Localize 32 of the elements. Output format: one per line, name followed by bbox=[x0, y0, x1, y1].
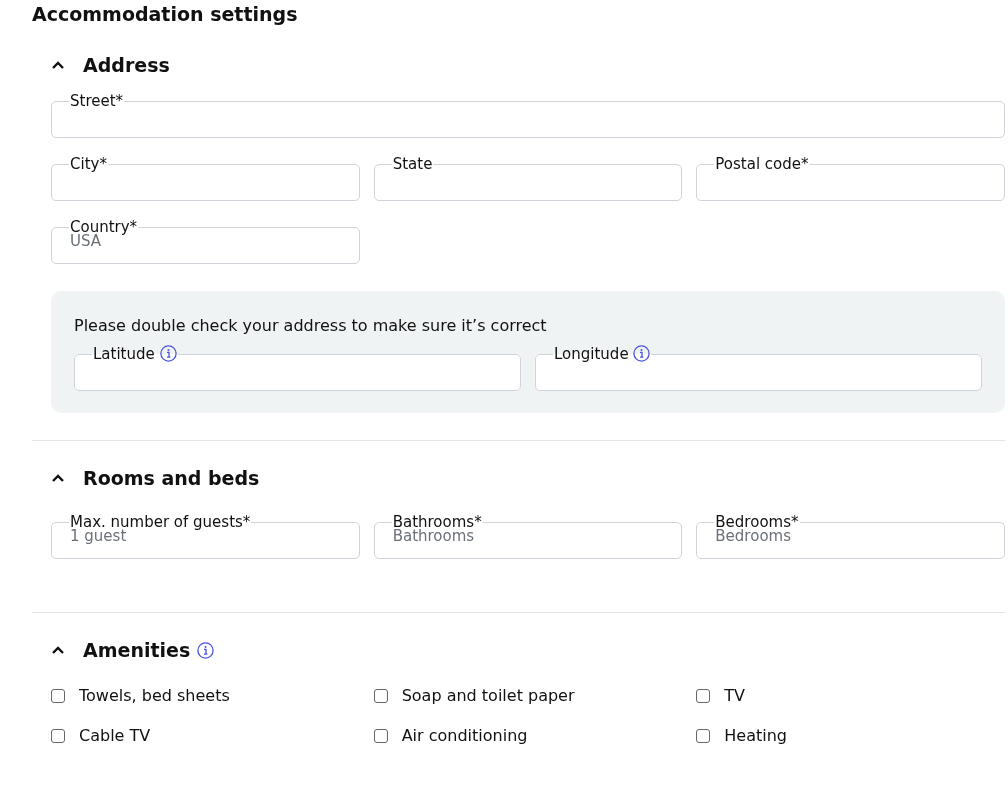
input-field[interactable]: State bbox=[373, 155, 683, 201]
input-field[interactable]: Street* bbox=[51, 92, 1005, 138]
checkbox[interactable] bbox=[373, 729, 388, 743]
checkbox[interactable] bbox=[696, 729, 711, 743]
field-value[interactable]: Bathrooms bbox=[392, 527, 664, 545]
notice-text: Please double check your address to make sure it’s correct bbox=[74, 315, 548, 337]
section-title: Address bbox=[83, 54, 170, 76]
checkbox[interactable] bbox=[373, 689, 388, 703]
info-icon[interactable] bbox=[633, 345, 651, 362]
section-title: Amenities bbox=[83, 639, 191, 661]
info-icon[interactable] bbox=[159, 345, 177, 362]
input-field[interactable]: Longitude bbox=[535, 345, 982, 391]
checkbox-label: Heating bbox=[724, 725, 788, 747]
info-icon[interactable] bbox=[197, 641, 215, 659]
input-field[interactable]: Bedrooms* Bedrooms bbox=[696, 513, 1005, 559]
checkbox-label: Towels, bed sheets bbox=[79, 685, 230, 707]
checkbox[interactable] bbox=[51, 689, 65, 703]
checkbox[interactable] bbox=[696, 689, 711, 703]
checkbox-label: TV bbox=[724, 685, 746, 707]
input-field[interactable]: Postal code* bbox=[696, 155, 1005, 201]
input-field[interactable]: Country* USA bbox=[51, 218, 360, 264]
input-field[interactable]: Max. number of guests* 1 guest bbox=[51, 513, 360, 559]
section-title: Rooms and beds bbox=[83, 467, 260, 489]
checkbox-label: Soap and toilet paper bbox=[401, 685, 575, 707]
checkbox[interactable] bbox=[51, 729, 65, 743]
field-value[interactable]: Bedrooms bbox=[715, 527, 986, 545]
input-field[interactable]: Bathrooms* Bathrooms bbox=[373, 513, 683, 559]
checkbox-label: Cable TV bbox=[79, 725, 151, 747]
page-title: Accommodation settings bbox=[32, 2, 299, 26]
input-field[interactable]: Latitude bbox=[74, 345, 521, 391]
input-field[interactable]: City* bbox=[51, 155, 360, 201]
checkbox-label: Air conditioning bbox=[401, 725, 528, 747]
